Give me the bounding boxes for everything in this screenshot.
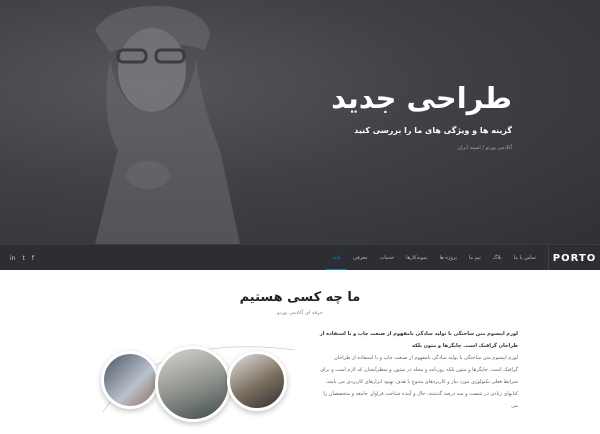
menu-item-team[interactable]: تیم ما xyxy=(463,245,487,271)
menu-item-home[interactable]: خانه xyxy=(326,245,348,271)
linkedin-icon[interactable]: in xyxy=(10,255,15,262)
main-navbar: PORTO خانه معرفی خدمات نمونه‌کارها پروژه… xyxy=(0,244,600,271)
team-photo-3 xyxy=(227,351,287,411)
menu-item-services[interactable]: خدمات xyxy=(373,245,400,271)
body-paragraph: لورم ایپسوم متن ساختگی با تولید سادگی نا… xyxy=(320,355,518,409)
section-title: ما چه کسی هستیم xyxy=(239,290,361,305)
team-photo-2 xyxy=(155,346,231,422)
lead-paragraph: لورم ایپسوم متن ساختگی با تولید سادگی نا… xyxy=(319,331,518,349)
facebook-icon[interactable]: f xyxy=(32,255,34,262)
menu-item-projects[interactable]: پروژه ها xyxy=(434,245,463,271)
social-links: in t f xyxy=(10,245,34,271)
section-subtitle: حرفه ای آکادمی پورتو xyxy=(277,310,323,316)
main-menu: خانه معرفی خدمات نمونه‌کارها پروژه ها تی… xyxy=(326,245,542,271)
logo[interactable]: PORTO xyxy=(548,245,600,271)
hero-section: طراحی جدید گزینه ها و ویژگی های ما را بر… xyxy=(0,0,600,244)
about-section: ما چه کسی هستیم حرفه ای آکادمی پورتو لور… xyxy=(0,270,600,434)
hero-text: طراحی جدید گزینه ها و ویژگی های ما را بر… xyxy=(252,78,512,151)
menu-item-blog[interactable]: بلاگ xyxy=(487,245,508,271)
hero-title: طراحی جدید xyxy=(331,81,512,115)
team-photo-circles xyxy=(95,342,300,422)
menu-item-contact[interactable]: تماس با ما xyxy=(508,245,542,271)
hero-byline: آکادمی پورتو / اسپید ایران xyxy=(457,145,512,151)
team-photo-1 xyxy=(101,351,159,409)
menu-item-intro[interactable]: معرفی xyxy=(347,245,373,271)
twitter-icon[interactable]: t xyxy=(22,255,24,262)
menu-item-portfolio[interactable]: نمونه‌کارها xyxy=(400,245,433,271)
hero-subtitle: گزینه ها و ویژگی های ما را بررسی کنید xyxy=(354,126,512,135)
